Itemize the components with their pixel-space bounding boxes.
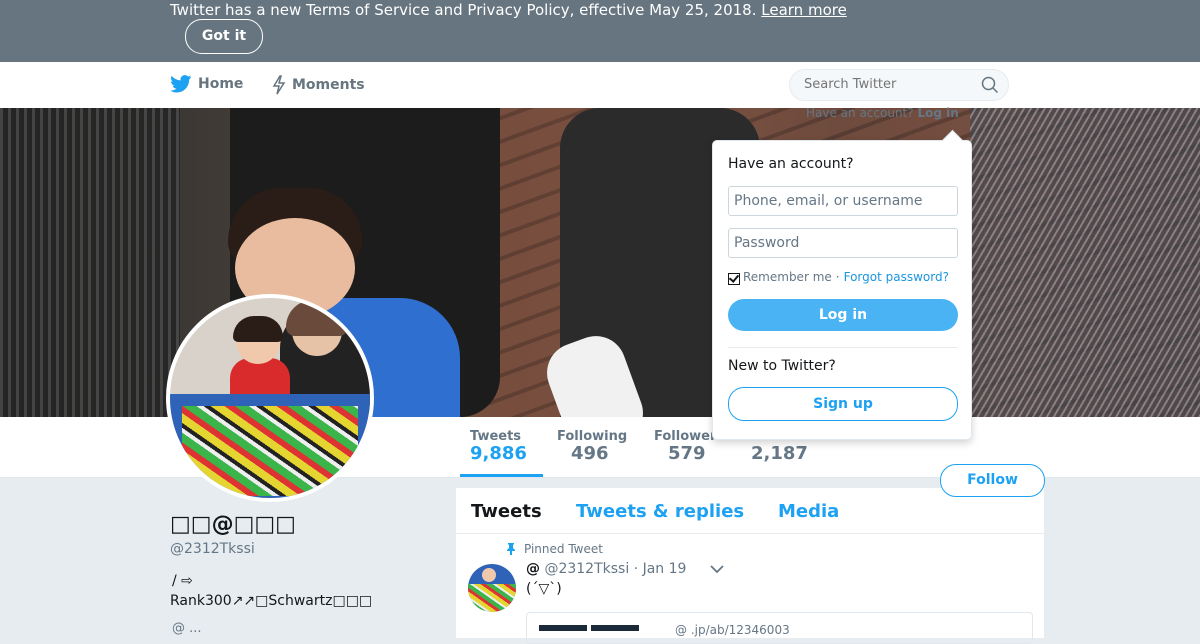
search-box[interactable] bbox=[789, 69, 1009, 101]
signup-button[interactable]: Sign up bbox=[728, 387, 958, 421]
tweet-author-avatar[interactable] bbox=[468, 564, 516, 612]
tab-tweets[interactable]: Tweets bbox=[471, 501, 542, 522]
media-thumbnail bbox=[591, 625, 639, 631]
top-nav: Home Moments bbox=[0, 62, 1200, 109]
banner-fence-left bbox=[0, 108, 180, 417]
forgot-password-link[interactable]: Forgot password? bbox=[844, 270, 949, 284]
tweet-avatar-toys bbox=[468, 584, 516, 612]
separator-dot: · bbox=[835, 270, 840, 284]
profile-bio-line: / ⇨ bbox=[172, 573, 193, 589]
have-account-prompt: Have an account? Log in bbox=[806, 106, 959, 120]
pin-icon bbox=[507, 543, 515, 555]
media-thumbnail bbox=[539, 625, 587, 631]
search-icon[interactable] bbox=[981, 76, 999, 94]
password-field[interactable] bbox=[728, 228, 958, 258]
stat-value: 2,187 bbox=[751, 443, 808, 464]
stat-following[interactable]: Following 496 bbox=[557, 429, 627, 464]
timeline: Tweets Tweets & replies Media Pinned Twe… bbox=[456, 488, 1044, 644]
follow-button[interactable]: Follow bbox=[940, 464, 1045, 497]
pinned-tweet-label: Pinned Tweet bbox=[506, 542, 603, 556]
got-it-button[interactable]: Got it bbox=[185, 19, 263, 54]
avatar-toys bbox=[182, 406, 358, 496]
remember-row: Remember me · Forgot password? bbox=[728, 270, 949, 285]
tab-tweets-replies[interactable]: Tweets & replies bbox=[576, 501, 744, 522]
tweet-text: (´▽`) bbox=[526, 581, 562, 597]
banner-fence-right bbox=[970, 108, 1200, 417]
profile-bio-line: @ ... bbox=[172, 621, 202, 636]
profile-handle[interactable]: @2312Tkssi bbox=[170, 541, 255, 557]
profile-bio-line: Rank300↗↗□Schwartz□□□ bbox=[170, 593, 373, 609]
login-dropdown: Have an account? Remember me · Forgot pa… bbox=[712, 140, 972, 440]
nav-moments[interactable]: Moments bbox=[272, 75, 365, 95]
pinned-text: Pinned Tweet bbox=[524, 542, 603, 556]
remember-me-label[interactable]: Remember me bbox=[743, 270, 832, 284]
stat-label: Tweets bbox=[470, 429, 522, 444]
chevron-down-icon[interactable] bbox=[710, 564, 724, 574]
tweet-header: @ @2312Tkssi · Jan 19 bbox=[526, 561, 686, 577]
have-account-heading: Have an account? bbox=[728, 156, 854, 172]
learn-more-link[interactable]: Learn more bbox=[761, 1, 847, 19]
login-button[interactable]: Log in bbox=[728, 299, 958, 331]
tweet-avatar-face bbox=[482, 568, 496, 582]
tweet-media-card[interactable]: @ .jp/ab/12346003 bbox=[526, 612, 1033, 644]
have-account-text: Have an account? bbox=[806, 106, 914, 120]
username-field[interactable] bbox=[728, 186, 958, 216]
login-dropdown-toggle[interactable]: Log in bbox=[917, 106, 958, 120]
lightning-icon bbox=[272, 75, 286, 95]
nav-home-label: Home bbox=[198, 76, 244, 92]
divider bbox=[728, 347, 958, 348]
tweet-author-handle[interactable]: @2312Tkssi bbox=[544, 561, 629, 577]
remember-me-checkbox[interactable] bbox=[728, 273, 740, 285]
nav-home[interactable]: Home bbox=[170, 75, 243, 93]
stat-value: 496 bbox=[571, 443, 609, 464]
nav-moments-label: Moments bbox=[292, 77, 365, 93]
tos-notice-message: Twitter has a new Terms of Service and P… bbox=[170, 1, 757, 19]
stat-value: 579 bbox=[668, 443, 706, 464]
stat-tweets[interactable]: Tweets 9,886 bbox=[460, 429, 543, 477]
stat-label: Following bbox=[557, 429, 628, 444]
search-input[interactable] bbox=[802, 76, 976, 93]
stat-value: 9,886 bbox=[470, 443, 527, 464]
new-to-twitter-heading: New to Twitter? bbox=[728, 358, 836, 374]
tab-media[interactable]: Media bbox=[778, 501, 839, 522]
profile-display-name[interactable]: □□@□□□ bbox=[170, 512, 296, 537]
tos-notice-text: Twitter has a new Terms of Service and P… bbox=[170, 1, 847, 19]
media-link-text: @ .jp/ab/12346003 bbox=[675, 623, 790, 637]
twitter-bird-icon bbox=[170, 75, 192, 93]
profile-avatar[interactable] bbox=[166, 294, 374, 502]
tos-notice-banner: Twitter has a new Terms of Service and P… bbox=[0, 0, 1200, 62]
tweet-author-name[interactable]: @ bbox=[526, 561, 540, 577]
tweet-date[interactable]: · Jan 19 bbox=[634, 561, 687, 577]
